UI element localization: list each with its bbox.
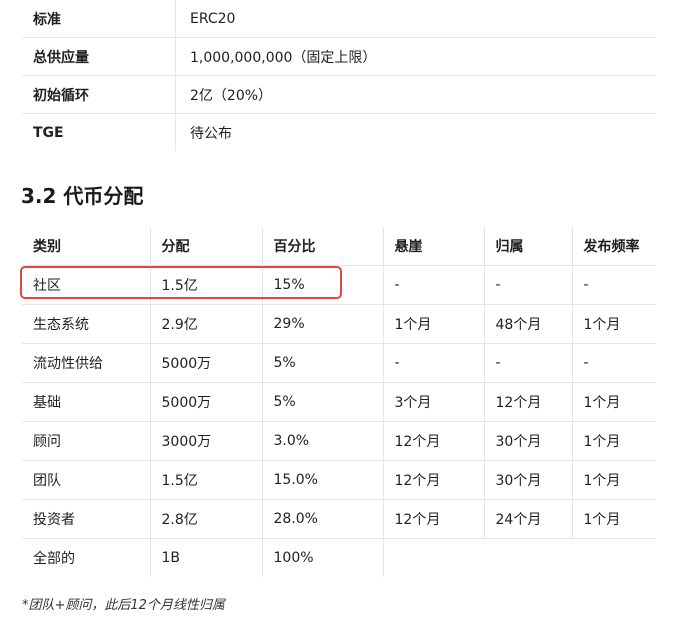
table-row: 生态系统 2.9亿 29% 1个月 48个月 1个月 [22, 304, 656, 344]
cell-vesting [484, 539, 572, 578]
cell-percentage: 15.0% [261, 460, 383, 500]
cell-allocation: 2.8亿 [149, 499, 262, 539]
cell-allocation: 5000万 [149, 382, 262, 422]
cell-percentage: 15% [261, 265, 383, 305]
token-info-value: 1,000,000,000（固定上限） [175, 37, 656, 76]
cell-release-frequency: 1个月 [571, 304, 656, 344]
token-info-row: TGE 待公布 [22, 113, 656, 151]
token-info-row: 初始循环 2亿（20%） [22, 75, 656, 114]
token-info-row: 标准 ERC20 [22, 0, 656, 38]
cell-category: 投资者 [22, 499, 150, 539]
header-cliff: 悬崖 [382, 227, 484, 266]
header-category: 类别 [22, 227, 150, 266]
cell-allocation: 2.9亿 [149, 304, 262, 344]
token-info-row: 总供应量 1,000,000,000（固定上限） [22, 37, 656, 76]
cell-category: 社区 [22, 265, 150, 305]
cell-percentage: 100% [261, 538, 383, 577]
footnote: *团队+顾问，此后12个月线性归属 [22, 598, 225, 613]
cell-release-frequency: 1个月 [571, 382, 656, 422]
token-info-label: TGE [22, 113, 176, 151]
token-info-table: 标准 ERC20 总供应量 1,000,000,000（固定上限） 初始循环 2… [22, 0, 656, 151]
table-row: 全部的 1B 100% [22, 538, 656, 578]
cell-release-frequency: 1个月 [571, 460, 656, 500]
header-allocation: 分配 [149, 227, 262, 266]
token-info-value: 2亿（20%） [175, 75, 656, 114]
cell-release-frequency: 1个月 [571, 421, 656, 461]
cell-category: 全部的 [33, 551, 75, 567]
cell-category: 基础 [22, 382, 150, 422]
cell-allocation: 1.5亿 [149, 460, 262, 500]
cell-cliff [382, 538, 484, 577]
table-row: 投资者 2.8亿 28.0% 12个月 24个月 1个月 [22, 499, 656, 539]
section-title: 3.2 代币分配 [21, 184, 144, 208]
cell-cliff: 12个月 [382, 499, 484, 539]
cell-vesting: 30个月 [483, 421, 572, 461]
cell-vesting: 12个月 [483, 382, 572, 422]
cell-release-frequency: 1个月 [571, 499, 656, 539]
table-row: 顾问 3000万 3.0% 12个月 30个月 1个月 [22, 421, 656, 461]
cell-category: 团队 [22, 460, 150, 500]
table-row: 流动性供给 5000万 5% - - - [22, 343, 656, 383]
header-percentage: 百分比 [261, 227, 383, 266]
cell-category: 顾问 [22, 421, 150, 461]
distribution-table: 类别 分配 百分比 悬崖 归属 发布频率 社区 1.5亿 15% - - - 生… [22, 227, 656, 577]
cell-allocation: 5000万 [149, 343, 262, 383]
table-row: 社区 1.5亿 15% - - - [22, 265, 656, 305]
table-row: 团队 1.5亿 15.0% 12个月 30个月 1个月 [22, 460, 656, 500]
cell-cliff: - [382, 343, 484, 383]
token-info-label: 总供应量 [22, 37, 176, 76]
cell-vesting: 30个月 [483, 460, 572, 500]
table-header-row: 类别 分配 百分比 悬崖 归属 发布频率 [22, 227, 656, 266]
cell-vesting: - [483, 265, 572, 305]
cell-allocation: 1B [149, 538, 262, 577]
cell-category: 流动性供给 [22, 343, 150, 383]
cell-cliff: 1个月 [382, 304, 484, 344]
token-info-label: 初始循环 [22, 75, 176, 114]
cell-percentage: 28.0% [261, 499, 383, 539]
token-info-value: 待公布 [190, 125, 232, 142]
cell-vesting: 48个月 [483, 304, 572, 344]
cell-release-frequency: - [571, 265, 656, 305]
cell-allocation: 3000万 [149, 421, 262, 461]
table-row: 基础 5000万 5% 3个月 12个月 1个月 [22, 382, 656, 422]
cell-allocation: 1.5亿 [149, 265, 262, 305]
cell-release-frequency: - [571, 343, 656, 383]
cell-vesting: 24个月 [483, 499, 572, 539]
cell-percentage: 5% [261, 343, 383, 383]
cell-percentage: 3.0% [261, 421, 383, 461]
cell-percentage: 5% [261, 382, 383, 422]
cell-category: 生态系统 [22, 304, 150, 344]
cell-vesting: - [483, 343, 572, 383]
token-info-label: 标准 [22, 0, 176, 38]
token-info-value: ERC20 [175, 0, 656, 38]
cell-cliff: 12个月 [382, 460, 484, 500]
cell-percentage: 29% [261, 304, 383, 344]
header-vesting: 归属 [483, 227, 572, 266]
cell-release-frequency [572, 539, 656, 578]
header-release-frequency: 发布频率 [571, 227, 656, 266]
cell-cliff: 12个月 [382, 421, 484, 461]
cell-cliff: 3个月 [382, 382, 484, 422]
cell-cliff: - [382, 265, 484, 305]
